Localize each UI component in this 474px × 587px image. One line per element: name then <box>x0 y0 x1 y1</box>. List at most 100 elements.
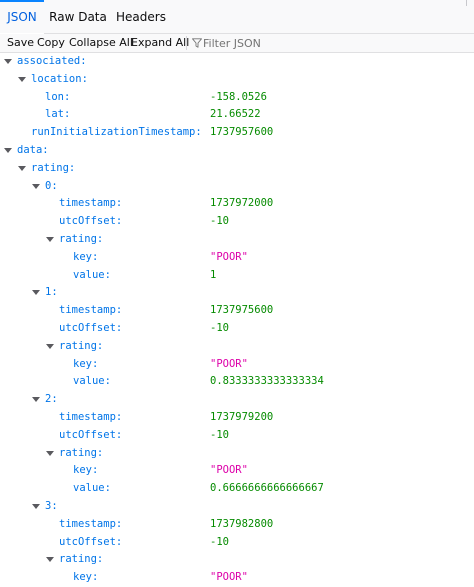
json-value: -10 <box>210 215 229 228</box>
json-row: key: "POOR" <box>0 462 474 480</box>
json-row[interactable]: rating: <box>0 338 474 356</box>
collapse-all-button[interactable]: Collapse All <box>69 34 133 52</box>
json-key: value: <box>73 482 111 495</box>
json-value: 1737979200 <box>210 410 274 423</box>
json-row[interactable]: rating: <box>0 160 474 178</box>
json-row[interactable]: 3: <box>0 498 474 516</box>
json-value: "POOR" <box>210 357 248 370</box>
json-row: timestamp: 1737982800 <box>0 516 474 534</box>
json-row: value: 0.6666666666666667 <box>0 480 474 498</box>
json-row: value: 0.8333333333333334 <box>0 373 474 391</box>
tab-json[interactable]: JSON <box>0 0 44 34</box>
json-key: key: <box>73 357 99 370</box>
json-value: -10 <box>210 428 229 441</box>
json-row: timestamp: 1737979200 <box>0 409 474 427</box>
json-row: utcOffset: -10 <box>0 534 474 552</box>
json-row[interactable]: data: <box>0 142 474 160</box>
json-row: key: "POOR" <box>0 249 474 267</box>
json-key: 2: <box>45 393 58 406</box>
json-key: key: <box>73 250 99 263</box>
json-value: "POOR" <box>210 464 248 477</box>
expand-toggle-icon[interactable] <box>46 450 54 456</box>
expand-all-button[interactable]: Expand All <box>131 34 189 52</box>
toolbar: Save Copy Collapse All Expand All <box>0 34 474 53</box>
json-key: value: <box>73 268 111 281</box>
json-key: 1: <box>45 286 58 299</box>
tab-raw-data[interactable]: Raw Data <box>48 0 108 33</box>
json-value: 0.6666666666666667 <box>210 482 324 495</box>
tab-divider <box>466 0 467 6</box>
json-value: 1737972000 <box>210 197 274 210</box>
json-key: key: <box>73 464 99 477</box>
json-value: -158.0526 <box>210 90 267 103</box>
expand-toggle-icon[interactable] <box>32 397 40 403</box>
expand-toggle-icon[interactable] <box>18 76 26 82</box>
json-key: 0: <box>45 179 58 192</box>
json-key: rating: <box>59 339 104 352</box>
json-value: 1737982800 <box>210 517 274 530</box>
json-key: location: <box>31 72 88 85</box>
json-key: lon: <box>45 90 71 103</box>
json-value: "POOR" <box>210 250 248 263</box>
json-value: 1 <box>210 268 217 281</box>
json-key: rating: <box>31 161 76 174</box>
json-row[interactable]: 0: <box>0 178 474 196</box>
json-key: utcOffset: <box>59 215 123 228</box>
expand-toggle-icon[interactable] <box>4 59 12 64</box>
json-value: "POOR" <box>210 571 248 584</box>
json-key: rating: <box>59 553 104 566</box>
json-row: lat: 21.66522 <box>0 106 474 124</box>
json-row: value: 1 <box>0 267 474 285</box>
json-row: utcOffset: -10 <box>0 320 474 338</box>
json-row: key: "POOR" <box>0 356 474 374</box>
json-row: lon: -158.0526 <box>0 89 474 107</box>
json-value: 1737975600 <box>210 304 274 317</box>
expand-toggle-icon[interactable] <box>46 557 54 563</box>
copy-button[interactable]: Copy <box>37 34 65 52</box>
json-tree: associated: location: lon: -158.0526 lat: 21.… <box>0 53 474 587</box>
json-value: -10 <box>210 321 229 334</box>
json-row[interactable]: rating: <box>0 231 474 249</box>
json-key: lat: <box>45 108 71 121</box>
json-row[interactable]: rating: <box>0 445 474 463</box>
json-key: utcOffset: <box>59 321 123 334</box>
json-row: key: "POOR" <box>0 569 474 587</box>
tab-headers[interactable]: Headers <box>113 0 169 33</box>
json-row: utcOffset: -10 <box>0 427 474 445</box>
json-value: 0.8333333333333334 <box>210 375 324 388</box>
tab-bar: JSON Raw Data Headers <box>0 0 474 34</box>
json-key: rating: <box>59 446 104 459</box>
json-row: timestamp: 1737972000 <box>0 195 474 213</box>
expand-toggle-icon[interactable] <box>46 343 54 349</box>
save-button[interactable]: Save <box>7 34 34 52</box>
expand-toggle-icon[interactable] <box>32 503 40 509</box>
json-row: utcOffset: -10 <box>0 213 474 231</box>
expand-toggle-icon[interactable] <box>18 165 26 171</box>
json-key: utcOffset: <box>59 428 123 441</box>
expand-toggle-icon[interactable] <box>46 236 54 242</box>
expand-toggle-icon[interactable] <box>32 183 40 189</box>
json-value: 21.66522 <box>210 108 261 121</box>
json-key: timestamp: <box>59 304 123 317</box>
json-row[interactable]: location: <box>0 71 474 89</box>
json-row[interactable]: associated: <box>0 53 474 71</box>
json-key: data: <box>17 143 49 156</box>
json-key: associated: <box>17 55 87 67</box>
json-row: runInitializationTimestamp: 1737957600 <box>0 124 474 142</box>
json-row[interactable]: 1: <box>0 284 474 302</box>
json-row[interactable]: 2: <box>0 391 474 409</box>
expand-toggle-icon[interactable] <box>32 290 40 296</box>
json-key: runInitializationTimestamp: <box>31 126 202 139</box>
json-key: timestamp: <box>59 197 123 210</box>
filter-box <box>190 34 350 52</box>
expand-toggle-icon[interactable] <box>4 147 12 153</box>
json-key: utcOffset: <box>59 535 123 548</box>
json-key: 3: <box>45 499 58 512</box>
json-key: timestamp: <box>59 410 123 423</box>
json-key: key: <box>73 571 99 584</box>
json-value: 1737957600 <box>210 126 274 139</box>
json-row: timestamp: 1737975600 <box>0 302 474 320</box>
json-key: rating: <box>59 232 104 245</box>
json-row[interactable]: rating: <box>0 551 474 569</box>
filter-json-input[interactable] <box>203 35 343 51</box>
